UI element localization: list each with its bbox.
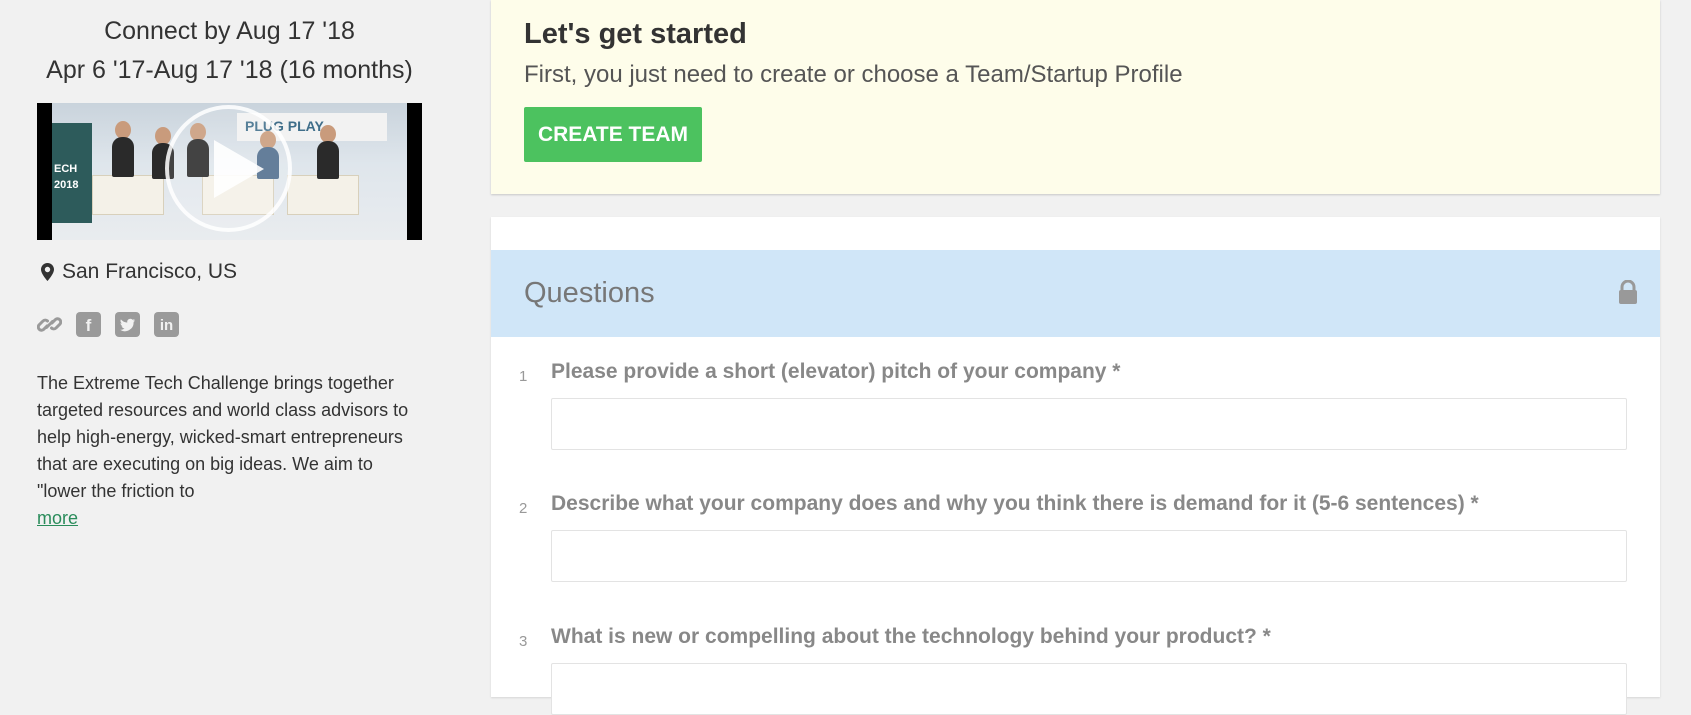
person (317, 141, 339, 179)
event-sidebar: Connect by Aug 17 '18 Apr 6 '17-Aug 17 '… (36, 0, 422, 532)
lock-icon (1619, 280, 1637, 304)
play-triangle (214, 140, 264, 198)
questions-header: Questions (491, 250, 1660, 337)
play-icon[interactable] (165, 105, 292, 232)
answer-input[interactable] (551, 530, 1627, 582)
deadline-text: Connect by Aug 17 '18 (104, 17, 355, 45)
questions-title: Questions (524, 277, 655, 309)
get-started-title: Let's get started (524, 18, 747, 50)
question-number: 1 (519, 368, 528, 385)
event-description: The Extreme Tech Challenge brings togeth… (37, 370, 422, 532)
prize-check (92, 175, 164, 215)
location-text: San Francisco, US (62, 260, 238, 283)
get-started-card: Let's get started First, you just need t… (491, 0, 1660, 194)
social-links: f in (36, 312, 422, 337)
more-link[interactable]: more (37, 508, 78, 528)
facebook-icon[interactable]: f (76, 312, 101, 337)
person (112, 137, 134, 177)
question-label: Please provide a short (elevator) pitch … (551, 360, 1121, 383)
get-started-subtitle: First, you just need to create or choose… (524, 61, 1183, 88)
event-dates: Connect by Aug 17 '18 Apr 6 '17-Aug 17 '… (37, 12, 422, 90)
event-video[interactable]: ECH 2018 PLUG PLAY (37, 103, 422, 240)
create-team-button[interactable]: CREATE TEAM (524, 107, 702, 162)
prize-check (287, 175, 359, 215)
link-icon[interactable] (36, 312, 63, 337)
description-text: The Extreme Tech Challenge brings togeth… (37, 373, 409, 501)
question-number: 2 (519, 500, 528, 517)
map-pin-icon (41, 263, 54, 281)
date-range-text: Apr 6 '17-Aug 17 '18 (16 months) (46, 56, 413, 84)
twitter-icon[interactable] (115, 312, 140, 337)
answer-input[interactable] (551, 398, 1627, 450)
answer-input[interactable] (551, 663, 1627, 715)
question-label: What is new or compelling about the tech… (551, 625, 1271, 648)
event-location: San Francisco, US (37, 260, 422, 284)
question-number: 3 (519, 633, 528, 650)
video-sign: ECH 2018 (52, 123, 92, 223)
linkedin-icon[interactable]: in (154, 312, 179, 337)
questions-form: Questions 1 Please provide a short (elev… (491, 217, 1660, 715)
video-sign-text: ECH 2018 (54, 163, 79, 191)
question-label: Describe what your company does and why … (551, 492, 1479, 515)
